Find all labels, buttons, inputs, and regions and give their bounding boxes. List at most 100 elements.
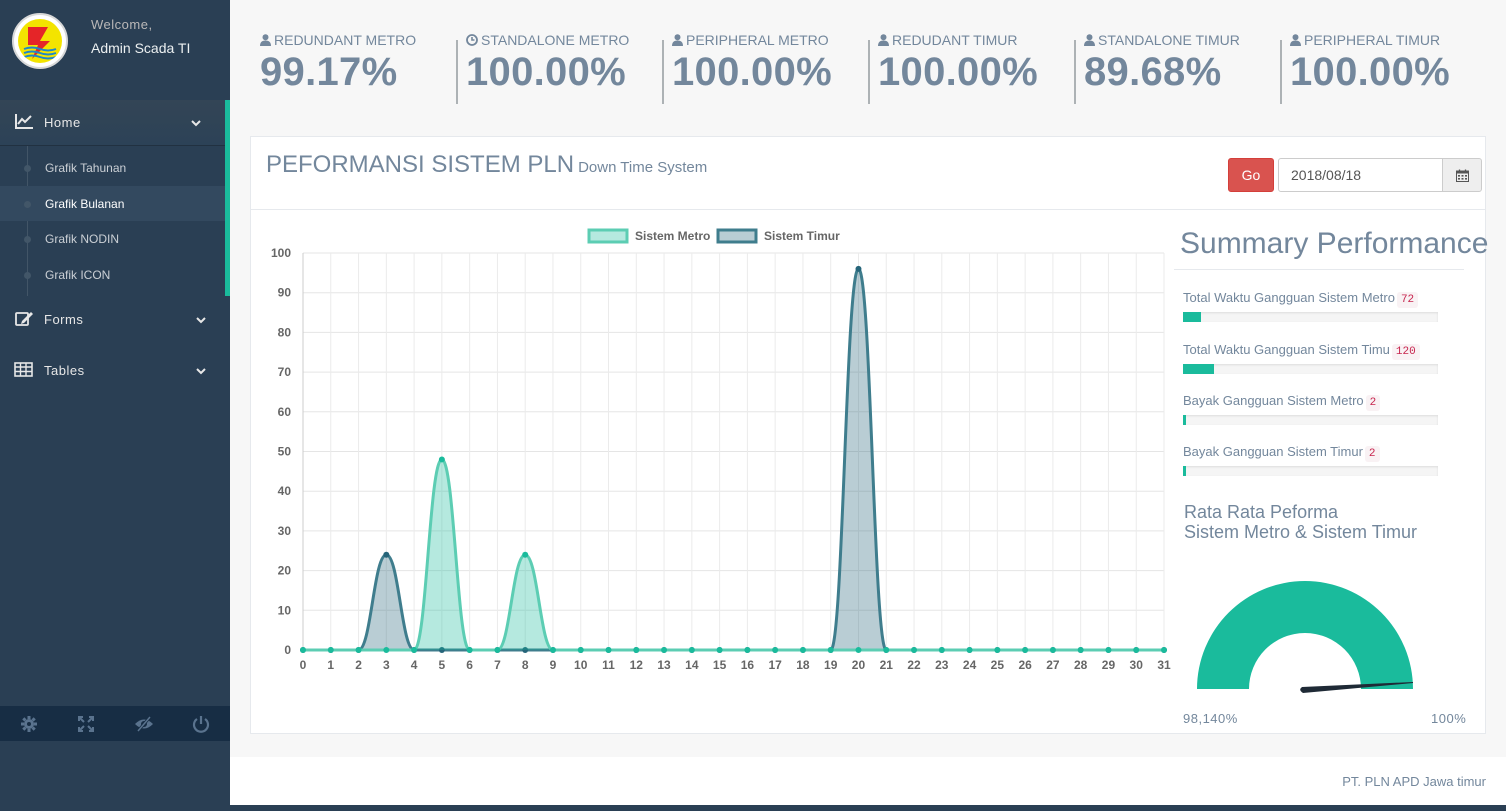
x-tick-label: 16: [741, 658, 755, 672]
gauge-min-label: 98,140%: [1183, 711, 1238, 726]
submenu-label: Grafik Tahunan: [45, 161, 127, 175]
fullscreen-icon: [78, 715, 95, 732]
summary-badge: 120: [1391, 344, 1420, 360]
series-metro-area: [303, 459, 1164, 650]
x-tick-label: 19: [824, 658, 838, 672]
profile-section: Welcome, Admin Scada TI: [0, 0, 230, 100]
x-tick-label: 10: [574, 658, 588, 672]
date-input[interactable]: [1278, 158, 1443, 192]
panel-subtitle: Down Time System: [578, 159, 708, 176]
tile-count: 100.00%: [672, 50, 833, 94]
performance-panel: PEFORMANSI SISTEM PLN Down Time System Go…: [250, 136, 1488, 734]
menu-tables[interactable]: Tables: [0, 347, 230, 398]
x-tick-label: 27: [1046, 658, 1060, 672]
tile-count: 89.68%: [1084, 50, 1222, 94]
summary-row: Total Waktu Gangguan Sistem Timu 120: [1183, 342, 1438, 374]
x-tick-label: 8: [522, 658, 529, 672]
legend-label: Sistem Metro: [635, 229, 710, 243]
tile-redudant-timur: REDUDANT TIMUR 100.00%: [868, 28, 1074, 108]
tile-count: 99.17%: [260, 50, 398, 94]
line-chart-icon: [15, 114, 33, 129]
submenu-grafik-bulanan[interactable]: Grafik Bulanan: [0, 185, 225, 221]
go-button[interactable]: Go: [1228, 158, 1274, 192]
main-content: REDUNDANT METRO 99.17% STANDALONE METRO …: [230, 0, 1506, 757]
x-tick-label: 11: [602, 658, 615, 672]
series-metro-point: [383, 647, 390, 653]
tile-peripheral-timur: PERIPHERAL TIMUR 100.00%: [1280, 28, 1486, 108]
series-metro-point: [716, 647, 723, 653]
x-tick-label: 24: [963, 658, 977, 672]
downtime-chart: 0 10 20 30 40 50 60 70 80 90 100 0 1 2 3 4 5 6 7 8 9 10 11 12 13…: [251, 212, 1181, 682]
series-metro-point: [883, 647, 890, 653]
menu-tables-label: Tables: [44, 363, 85, 378]
series-metro-point: [966, 647, 973, 653]
user-icon: [1084, 34, 1095, 46]
power-icon: [193, 715, 210, 733]
tile-redundant-metro: REDUNDANT METRO 99.17%: [250, 28, 456, 108]
progress-bar: [1183, 466, 1438, 476]
submenu-grafik-tahunan[interactable]: Grafik Tahunan: [0, 150, 225, 186]
x-tick-label: 22: [907, 658, 921, 672]
gauge-arc: [1197, 581, 1413, 689]
series-metro-point: [994, 647, 1001, 653]
fullscreen-button[interactable]: [58, 706, 116, 741]
menu-forms[interactable]: Forms: [0, 296, 230, 347]
summary-row: Bayak Gangguan Sistem Metro 2: [1183, 393, 1438, 425]
menu-forms-label: Forms: [44, 312, 84, 327]
series-metro-point: [799, 647, 806, 653]
clock-icon: [466, 34, 478, 46]
x-tick-label: 21: [880, 658, 894, 672]
calendar-button[interactable]: [1442, 158, 1482, 192]
logout-button[interactable]: [173, 706, 231, 741]
table-icon: [14, 362, 33, 377]
summary-label: Total Waktu Gangguan Sistem Timu: [1183, 342, 1390, 357]
series-metro-point: [577, 647, 584, 653]
series-metro-point: [744, 647, 751, 653]
x-tick-label: 5: [439, 658, 446, 672]
series-metro-point: [1161, 647, 1167, 653]
series-metro-point: [300, 647, 306, 653]
series-metro-point: [605, 647, 612, 653]
footer-text: PT. PLN APD Jawa timur: [1342, 774, 1486, 789]
submenu-grafik-icon[interactable]: Grafik ICON: [0, 257, 225, 293]
summary-badge: 72: [1396, 292, 1419, 308]
summary-row: Bayak Gangguan Sistem Timur 2: [1183, 444, 1438, 476]
settings-button[interactable]: [0, 706, 58, 741]
progress-fill: [1183, 466, 1186, 476]
series-metro-point: [327, 647, 334, 653]
y-tick-label: 40: [278, 484, 292, 498]
user-icon: [260, 34, 271, 46]
series-metro-point: [494, 647, 501, 653]
tile-peripheral-metro: PERIPHERAL METRO 100.00%: [662, 28, 868, 108]
summary-badge: 2: [1364, 446, 1380, 462]
tile-count: 100.00%: [1290, 50, 1451, 94]
x-tick-label: 7: [494, 658, 501, 672]
user-icon: [878, 34, 889, 46]
bullet-dot-icon: [24, 165, 31, 172]
submenu-grafik-nodin[interactable]: Grafik NODIN: [0, 221, 225, 257]
summary-section: Summary Performance: [1174, 227, 1488, 270]
tile-count: 100.00%: [466, 50, 627, 94]
series-metro-point: [855, 647, 862, 653]
legend-swatch: [716, 228, 758, 244]
pln-logo: [12, 13, 68, 69]
y-tick-label: 50: [278, 445, 292, 459]
summary-label: Total Waktu Gangguan Sistem Metro: [1183, 290, 1395, 305]
tile-title: STANDALONE METRO: [481, 32, 630, 48]
progress-bar: [1183, 364, 1438, 374]
x-tick-label: 3: [383, 658, 390, 672]
series-metro-point: [661, 647, 668, 653]
lock-button[interactable]: [115, 706, 173, 741]
series-metro-point: [1022, 647, 1029, 653]
x-tick-label: 14: [685, 658, 699, 672]
x-tick-label: 28: [1074, 658, 1088, 672]
gauge-title: Rata Rata Peforma Sistem Metro & Sistem …: [1184, 502, 1417, 542]
page-footer: PT. PLN APD Jawa timur: [230, 757, 1506, 805]
menu-home[interactable]: Home: [0, 100, 230, 146]
x-tick-label: 0: [300, 658, 307, 672]
x-tick-label: 31: [1157, 658, 1171, 672]
x-tick-label: 15: [713, 658, 727, 672]
series-metro-point: [549, 647, 556, 653]
sidebar: Welcome, Admin Scada TI Home Grafik Tahu…: [0, 0, 230, 811]
x-tick-label: 6: [466, 658, 473, 672]
